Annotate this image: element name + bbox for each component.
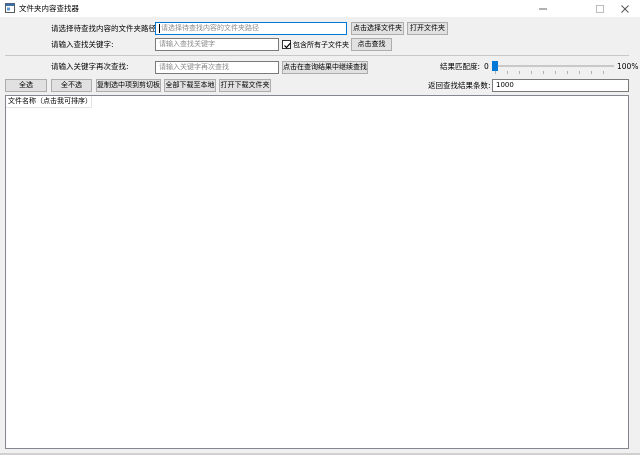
maximize-button[interactable] [587, 0, 613, 17]
open-folder-button[interactable]: 打开文件夹 [407, 22, 448, 35]
keyword-label: 请输入查找关键字: [51, 40, 114, 49]
result-count-input[interactable]: 1000 [492, 79, 629, 92]
select-none-button[interactable]: 全不选 [51, 79, 92, 92]
folder-path-label: 请选择待查找内容的文件夹路径: [51, 24, 159, 33]
slider-tick [591, 71, 592, 74]
maximize-icon [596, 4, 604, 13]
slider-tick [555, 71, 556, 74]
match-max-label: 100% [617, 62, 639, 71]
match-min-label: 0 [484, 62, 489, 71]
result-count-label: 返回查找结果条数: [428, 81, 491, 90]
search-in-results-button[interactable]: 点击在查询结果中继续查找 [282, 61, 368, 74]
include-subfolders-checkbox[interactable] [282, 40, 291, 49]
folder-path-placeholder: 请选择待查找内容的文件夹路径 [161, 24, 259, 32]
download-all-button[interactable]: 全部下载至本地 [164, 79, 216, 92]
slider-tick [531, 71, 532, 74]
search-again-input[interactable]: 请输入关键字再次查找 [155, 61, 279, 74]
window-title: 文件夹内容查找器 [19, 4, 79, 13]
checkmark-icon [284, 42, 291, 49]
slider-tick [507, 71, 508, 74]
slider-tick [495, 71, 496, 74]
match-slider-track[interactable] [492, 65, 614, 67]
result-count-value: 1000 [496, 81, 514, 89]
section-divider [5, 55, 629, 56]
results-list[interactable]: 文件名称（点击我可排序） [5, 95, 629, 449]
slider-tick [603, 71, 604, 74]
choose-folder-button[interactable]: 点击选择文件夹 [351, 22, 404, 35]
match-slider-thumb[interactable] [492, 61, 498, 71]
column-header-filename[interactable]: 文件名称（点击我可排序） [6, 96, 92, 108]
minimize-icon [539, 8, 547, 9]
search-again-placeholder: 请输入关键字再次查找 [159, 63, 229, 71]
keyword-input[interactable]: 请输入查找关键字 [155, 38, 279, 51]
keyword-placeholder: 请输入查找关键字 [159, 40, 215, 48]
slider-tick [579, 71, 580, 74]
search-again-label: 请输入关键字再次查找: [51, 62, 129, 71]
close-icon [621, 4, 629, 13]
minimize-button[interactable] [530, 0, 556, 17]
slider-tick [519, 71, 520, 74]
select-all-button[interactable]: 全选 [5, 79, 47, 92]
text-caret [159, 23, 160, 33]
folder-path-input[interactable]: 请选择待查找内容的文件夹路径 [155, 22, 347, 35]
slider-tick [567, 71, 568, 74]
match-degree-label: 结果匹配度: [440, 62, 481, 71]
search-button[interactable]: 点击查找 [351, 38, 392, 51]
open-download-folder-button[interactable]: 打开下载文件夹 [219, 79, 271, 92]
close-button[interactable] [612, 0, 638, 17]
slider-tick [543, 71, 544, 74]
copy-to-clipboard-button[interactable]: 复制选中项到剪切板 [96, 79, 161, 92]
include-subfolders-label: 包含所有子文件夹 [293, 41, 349, 49]
title-bar: 文件夹内容查找器 [0, 0, 640, 17]
app-window-icon [5, 3, 15, 13]
main-panel: 请选择待查找内容的文件夹路径: 请选择待查找内容的文件夹路径 点击选择文件夹 打… [0, 17, 640, 455]
